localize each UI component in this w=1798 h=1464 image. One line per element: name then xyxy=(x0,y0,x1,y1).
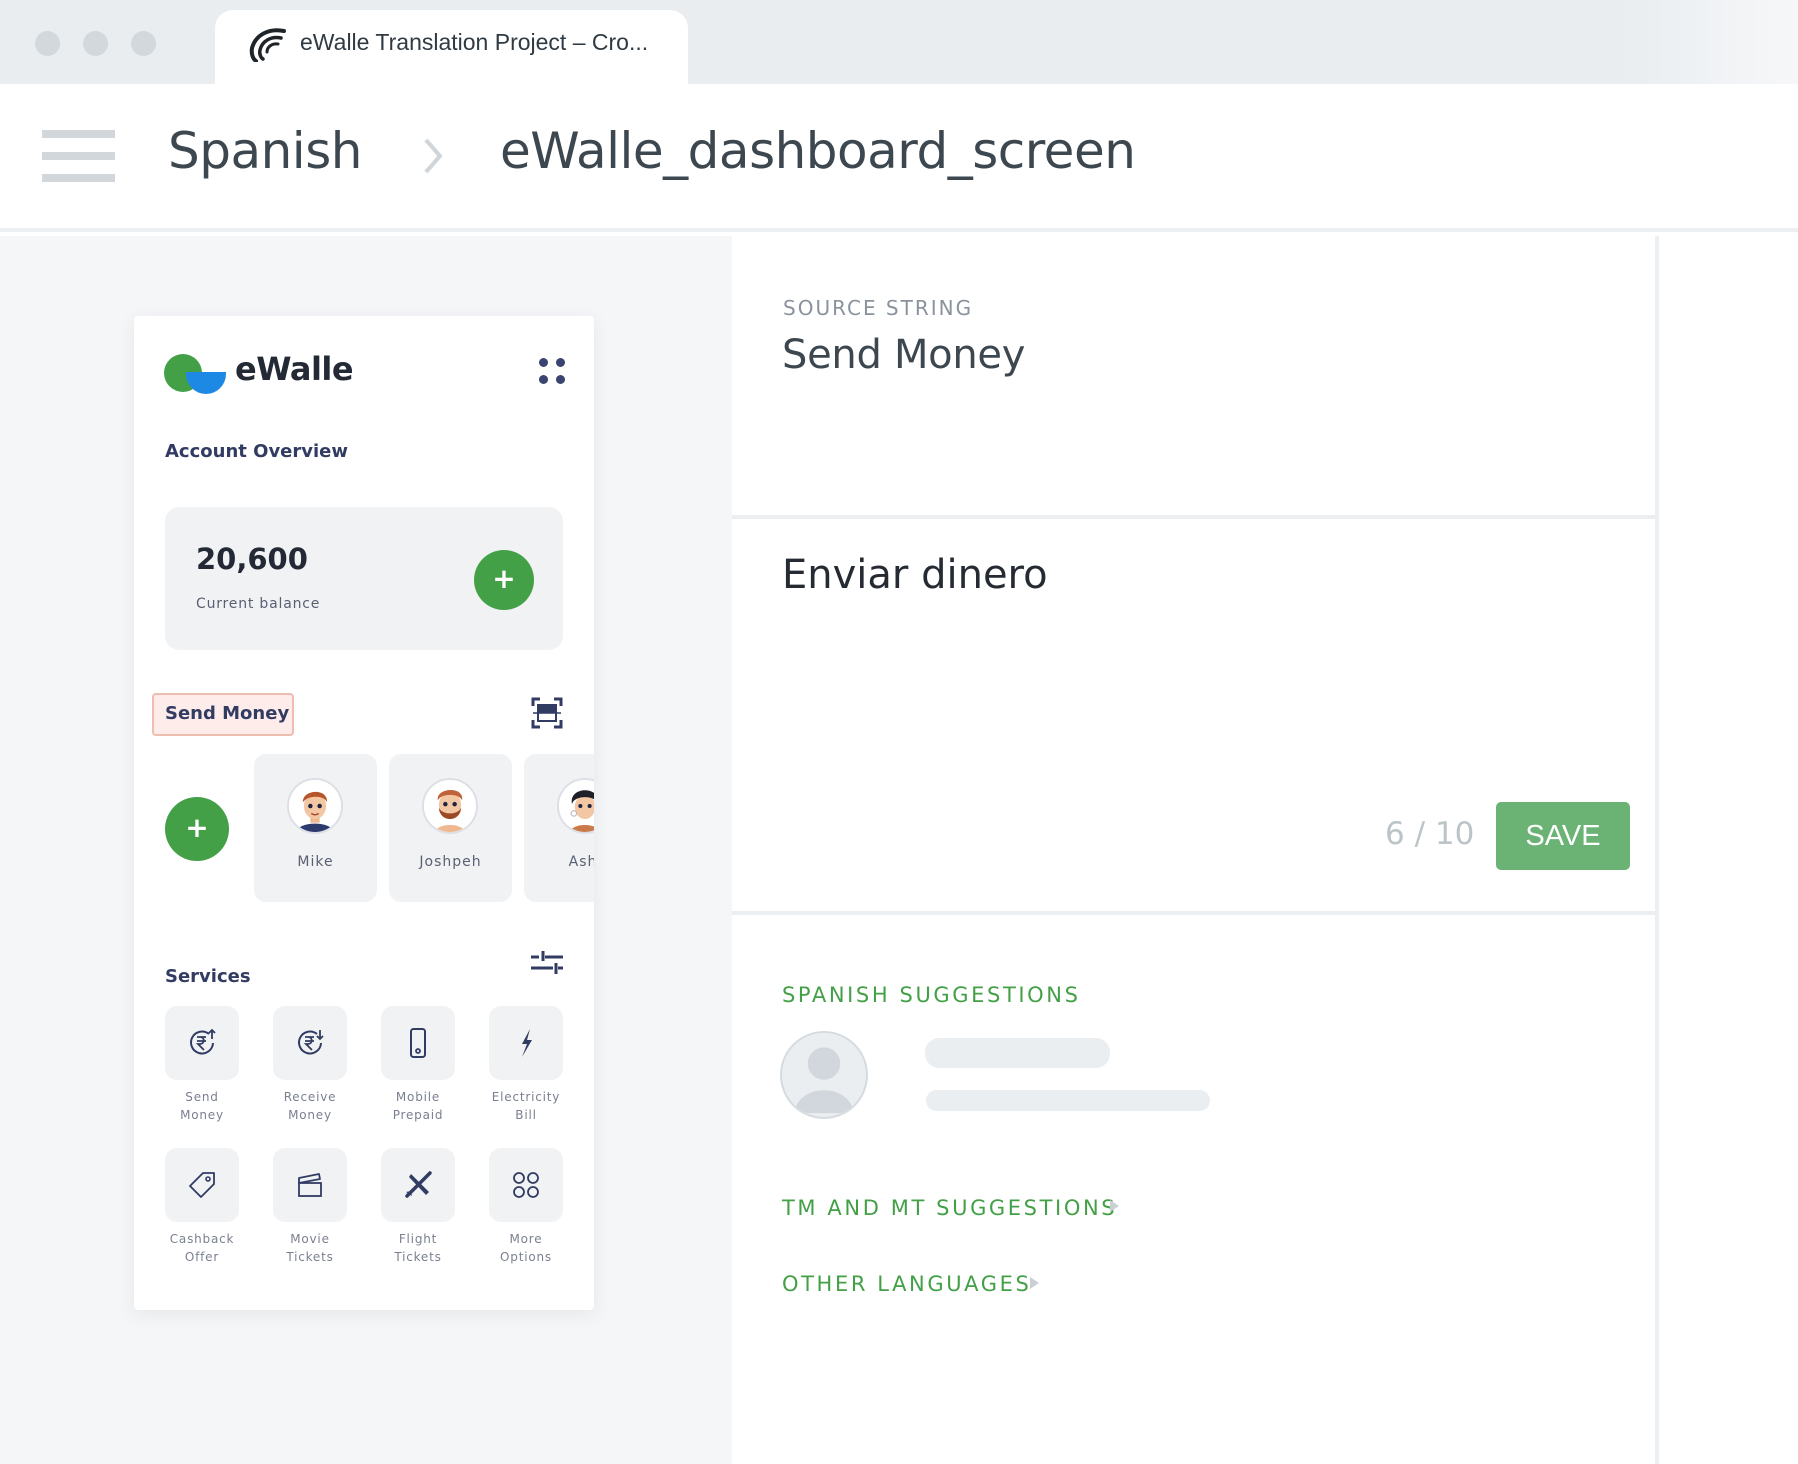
service-label-line2: Money xyxy=(288,1108,332,1122)
window-minimize-button[interactable] xyxy=(83,31,108,56)
add-balance-plus-icon: + xyxy=(474,550,534,610)
filter-sliders-icon xyxy=(531,951,563,974)
window-close-button[interactable] xyxy=(35,31,60,56)
source-string-label: SOURCE STRING xyxy=(783,296,974,320)
more-options-icon xyxy=(513,1172,539,1198)
service-label-line1: Mobile xyxy=(395,1090,441,1104)
mobile-phone-icon xyxy=(410,1028,426,1058)
menu-dots-icon xyxy=(539,358,565,384)
tab-title: eWalle Translation Project – Cro... xyxy=(300,29,649,55)
section-divider xyxy=(732,911,1655,915)
clapperboard-icon xyxy=(298,1173,322,1197)
rupee-receive-icon xyxy=(298,1030,324,1055)
other-languages-toggle[interactable]: OTHER LANGUAGES xyxy=(782,1272,1031,1296)
service-label-line1: Movie xyxy=(290,1232,330,1246)
chevron-right-icon xyxy=(424,138,443,174)
add-contact-plus-icon: + xyxy=(165,797,229,861)
crowdin-logo-icon xyxy=(249,28,286,62)
contact-name: Mike xyxy=(297,854,334,870)
service-label-line2: Money xyxy=(180,1108,224,1122)
breadcrumb-language[interactable]: Spanish xyxy=(168,122,362,180)
service-label-line1: Receive xyxy=(283,1090,337,1104)
contact-card: Ashl xyxy=(524,754,594,902)
source-string-text: Send Money xyxy=(782,332,1026,378)
section-divider xyxy=(732,515,1655,519)
service-label-line2: Tickets xyxy=(394,1250,442,1264)
spanish-suggestions-heading: SPANISH SUGGESTIONS xyxy=(782,983,1081,1007)
service-label-line2: Prepaid xyxy=(392,1108,444,1122)
suggestion-skeleton-line xyxy=(925,1038,1110,1068)
tm-mt-suggestions-toggle[interactable]: TM AND MT SUGGESTIONS xyxy=(782,1196,1117,1220)
contact-name: Joshpeh xyxy=(419,854,482,870)
service-label-line2: Options xyxy=(500,1250,552,1264)
avatar-joshpeh-icon xyxy=(422,778,478,834)
breadcrumb-file: eWalle_dashboard_screen xyxy=(500,122,1136,180)
service-label-line1: Flight xyxy=(398,1232,438,1246)
user-avatar-placeholder-icon xyxy=(780,1031,868,1119)
window-maximize-button[interactable] xyxy=(131,31,156,56)
contact-card: Mike xyxy=(254,754,377,902)
service-label-line1: Electricity xyxy=(491,1090,561,1104)
expand-arrow-icon[interactable] xyxy=(1030,1277,1039,1289)
account-overview-title: Account Overview xyxy=(165,441,348,462)
service-label-line2: Bill xyxy=(515,1108,537,1122)
translation-input[interactable] xyxy=(770,540,1630,760)
tab-bar-fade xyxy=(1618,0,1798,84)
ewalle-logo-icon-half xyxy=(186,372,226,394)
hamburger-menu-icon[interactable] xyxy=(42,130,115,182)
airplane-icon xyxy=(405,1171,432,1198)
avatar-ashley-icon xyxy=(557,778,594,834)
lightning-icon xyxy=(522,1029,532,1057)
balance-value: 20,600 xyxy=(196,542,308,576)
suggestion-skeleton-line xyxy=(926,1090,1210,1111)
services-title: Services xyxy=(165,966,251,987)
character-counter: 6 / 10 xyxy=(1385,816,1475,852)
contact-card: Joshpeh xyxy=(389,754,512,902)
app-brand-name: eWalle xyxy=(235,350,354,388)
service-label-line2: Tickets xyxy=(286,1250,334,1264)
avatar-mike-icon xyxy=(287,778,343,834)
service-label-line2: Offer xyxy=(184,1250,220,1264)
send-money-title: Send Money xyxy=(165,703,290,724)
scan-icon xyxy=(531,697,563,729)
expand-arrow-icon[interactable] xyxy=(1110,1200,1119,1212)
right-side-panel xyxy=(1659,236,1798,1464)
price-tag-icon xyxy=(189,1172,215,1198)
service-label-line1: More xyxy=(509,1232,543,1246)
app-screenshot-preview: eWalle Account Overview 20,600 Current b… xyxy=(134,316,594,1310)
balance-label: Current balance xyxy=(196,596,321,612)
rupee-send-icon xyxy=(190,1028,216,1055)
save-button[interactable]: SAVE xyxy=(1496,802,1630,870)
service-label-line1: Send xyxy=(185,1090,219,1104)
service-label-line1: Cashback xyxy=(169,1232,235,1246)
contact-name: Ashl xyxy=(568,854,594,870)
